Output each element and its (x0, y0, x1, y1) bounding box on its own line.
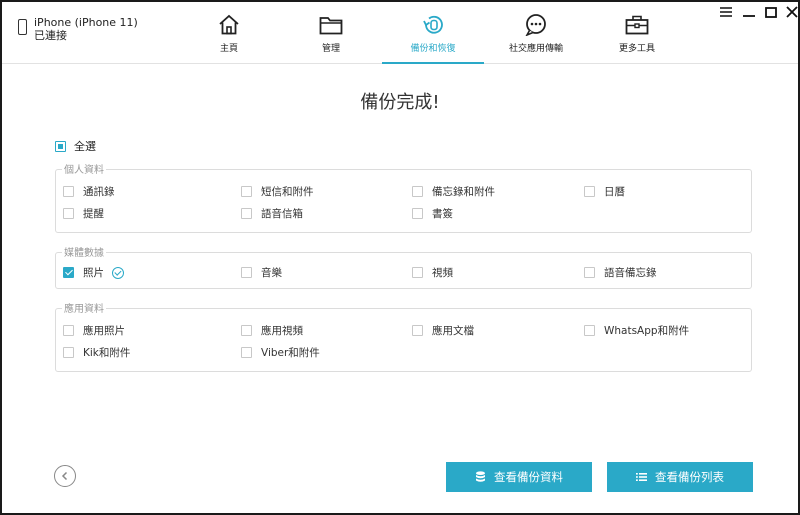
checkbox[interactable] (584, 186, 595, 197)
checkbox[interactable] (241, 347, 252, 358)
checkbox[interactable] (584, 267, 595, 278)
top-bar: iPhone (iPhone 11) 已連接 主頁 管理 備份和恢復 社交應用傳… (2, 2, 798, 64)
home-icon (218, 14, 240, 36)
checkbox[interactable] (584, 325, 595, 336)
option-label: 提醒 (83, 208, 104, 220)
option-label: 語音備忘錄 (604, 267, 657, 279)
tab-home-label: 主頁 (219, 44, 238, 54)
device-info[interactable]: iPhone (iPhone 11) 已連接 (18, 16, 138, 42)
close-icon[interactable] (786, 6, 798, 22)
minimize-icon[interactable] (743, 6, 755, 22)
option-photos[interactable]: 照片 (63, 265, 124, 280)
tab-social-transfer[interactable]: 社交應用傳輸 (502, 2, 570, 64)
option-label: 日曆 (604, 186, 625, 198)
view-backup-list-label: 查看備份列表 (655, 470, 724, 484)
tab-home[interactable]: 主頁 (200, 2, 258, 64)
option-contacts[interactable]: 通訊錄 (63, 184, 115, 199)
page-title: 備份完成! (360, 92, 440, 113)
select-all-box[interactable] (55, 140, 66, 152)
checkbox[interactable] (241, 186, 252, 197)
tab-manage-label: 管理 (321, 44, 340, 54)
checkbox[interactable] (241, 325, 252, 336)
option-videos[interactable]: 視頻 (412, 265, 453, 280)
checkbox[interactable] (63, 267, 74, 278)
option-label: Kik和附件 (83, 347, 131, 359)
checkbox[interactable] (241, 267, 252, 278)
option-label: 音樂 (261, 267, 282, 279)
checkbox[interactable] (63, 186, 74, 197)
database-icon (475, 471, 486, 483)
back-icon (61, 471, 68, 481)
option-kik[interactable]: Kik和附件 (63, 345, 130, 360)
group-label-media-data: 媒體數據 (62, 244, 106, 259)
checkbox[interactable] (63, 347, 74, 358)
option-label: 備忘錄和附件 (432, 186, 495, 198)
option-label: 書簽 (432, 208, 453, 220)
select-all-label: 全選 (74, 140, 96, 153)
folder-icon (319, 14, 343, 36)
option-app-photos[interactable]: 應用照片 (63, 323, 125, 338)
phone-icon (18, 19, 27, 35)
tab-more-tools-label: 更多工具 (618, 44, 655, 54)
option-app-videos[interactable]: 應用視頻 (241, 323, 303, 338)
option-label: 短信和附件 (261, 186, 314, 198)
option-whatsapp[interactable]: WhatsApp和附件 (584, 323, 689, 338)
group-label-app-data: 應用資料 (62, 300, 106, 315)
checkbox[interactable] (412, 267, 423, 278)
tab-backup-restore[interactable]: 備份和恢復 (382, 2, 484, 64)
device-name: iPhone (iPhone 11) (34, 16, 138, 29)
view-backup-data-label: 查看備份資料 (494, 470, 563, 484)
option-voicemail[interactable]: 語音信箱 (241, 206, 303, 221)
option-label: 應用文檔 (432, 325, 474, 337)
option-viber[interactable]: Viber和附件 (241, 345, 320, 360)
option-voice-memos[interactable]: 語音備忘錄 (584, 265, 657, 280)
option-label: 視頻 (432, 267, 453, 279)
menu-icon[interactable] (720, 6, 732, 22)
checkbox[interactable] (412, 208, 423, 219)
option-label: 通訊錄 (83, 186, 115, 198)
chat-icon (524, 14, 548, 36)
option-label: 照片 (83, 267, 104, 279)
tab-manage[interactable]: 管理 (302, 2, 360, 64)
group-personal-data (55, 169, 752, 233)
checkbox[interactable] (412, 186, 423, 197)
option-label: Viber和附件 (261, 347, 320, 359)
view-backup-data-button[interactable]: 查看備份資料 (446, 462, 592, 492)
group-label-personal-data: 個人資料 (62, 161, 106, 176)
checkbox[interactable] (241, 208, 252, 219)
toolbox-icon (625, 14, 649, 36)
view-backup-list-button[interactable]: 查看備份列表 (607, 462, 753, 492)
option-music[interactable]: 音樂 (241, 265, 282, 280)
option-bookmarks[interactable]: 書簽 (412, 206, 453, 221)
group-app-data (55, 308, 752, 372)
select-all-checkbox[interactable]: 全選 (55, 138, 96, 154)
list-icon (636, 472, 647, 482)
tab-backup-restore-label: 備份和恢復 (410, 44, 456, 54)
option-calendar[interactable]: 日曆 (584, 184, 625, 199)
option-label: 應用視頻 (261, 325, 303, 337)
option-label: WhatsApp和附件 (604, 325, 690, 337)
tab-social-transfer-label: 社交應用傳輸 (508, 44, 563, 54)
maximize-icon[interactable] (765, 6, 777, 22)
checkbox[interactable] (412, 325, 423, 336)
check-circle-icon (112, 266, 124, 279)
backup-restore-icon (421, 14, 445, 36)
option-notes[interactable]: 備忘錄和附件 (412, 184, 495, 199)
device-status: 已連接 (34, 29, 67, 42)
tab-more-tools[interactable]: 更多工具 (612, 2, 662, 64)
back-button[interactable] (54, 465, 76, 487)
option-messages[interactable]: 短信和附件 (241, 184, 314, 199)
option-label: 應用照片 (83, 325, 125, 337)
checkbox[interactable] (63, 325, 74, 336)
app-window: iPhone (iPhone 11) 已連接 主頁 管理 備份和恢復 社交應用傳… (0, 0, 800, 515)
option-reminders[interactable]: 提醒 (63, 206, 104, 221)
checkbox[interactable] (63, 208, 74, 219)
option-app-documents[interactable]: 應用文檔 (412, 323, 474, 338)
option-label: 語音信箱 (261, 208, 303, 220)
